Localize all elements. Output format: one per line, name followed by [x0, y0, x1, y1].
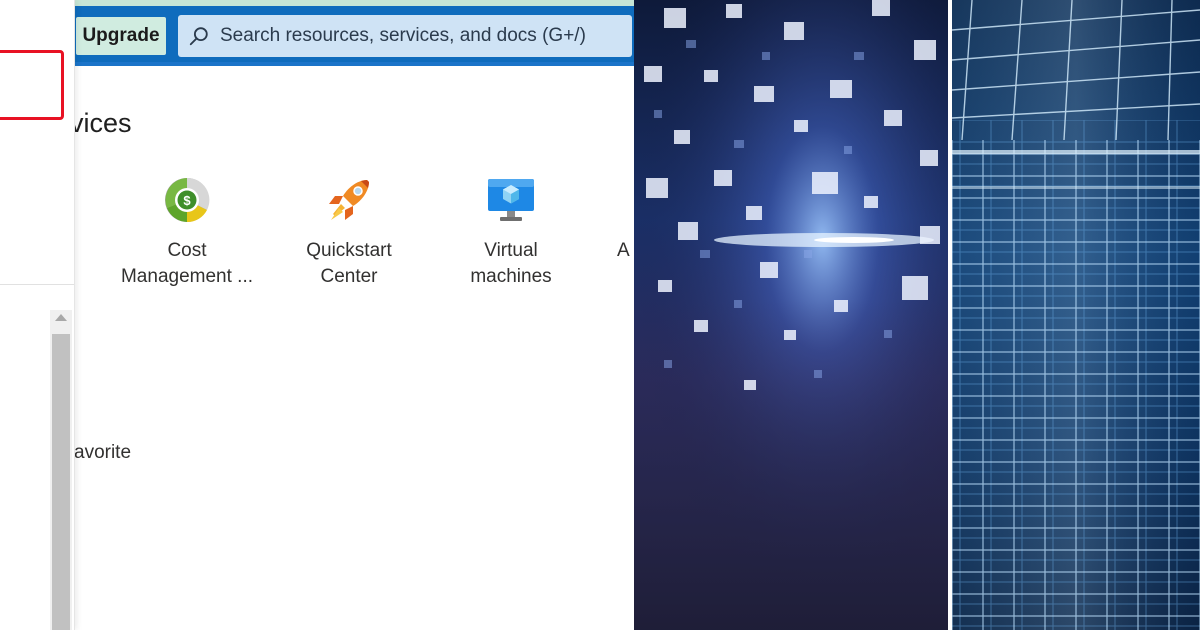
- cost-management-icon: $: [165, 177, 210, 223]
- service-quickstart-center[interactable]: Quickstart Center: [274, 174, 424, 290]
- service-label: Cost Management ...: [120, 240, 254, 287]
- scroll-up-arrow-icon[interactable]: [55, 314, 67, 321]
- digital-particles-photo: [634, 0, 948, 630]
- glass-building-photo: [952, 0, 1200, 630]
- search-input[interactable]: Search resources, services, and docs (G+…: [178, 15, 632, 57]
- top-strip: [0, 0, 634, 6]
- scrollbar-thumb[interactable]: [52, 334, 70, 630]
- service-virtual-machines[interactable]: Virtual machines: [436, 174, 586, 290]
- search-icon: [189, 27, 208, 46]
- flyout-divider: [0, 284, 74, 285]
- service-label: Virtual machines: [470, 240, 552, 287]
- rocket-icon: [329, 180, 369, 220]
- service-label-cut-off: A: [617, 240, 630, 261]
- search-placeholder: Search resources, services, and docs (G+…: [220, 25, 586, 46]
- building-grid-graphic: [952, 0, 1200, 630]
- highlight-box: [0, 50, 64, 120]
- service-cost-management[interactable]: $ Cost Management ...: [112, 174, 262, 290]
- favorites-text: avorite: [74, 442, 132, 463]
- upgrade-button[interactable]: Upgrade: [76, 17, 166, 55]
- azure-portal-screenshot: Upgrade Search resources, services, and …: [0, 0, 634, 630]
- services-section-title: vices: [70, 108, 132, 138]
- topbar-bottom-line: [0, 62, 634, 66]
- particles-graphic: [634, 0, 948, 630]
- virtual-machine-icon: [488, 179, 534, 221]
- flyout-panel: [0, 0, 75, 630]
- service-label: Quickstart Center: [306, 240, 392, 287]
- svg-text:$: $: [183, 193, 191, 208]
